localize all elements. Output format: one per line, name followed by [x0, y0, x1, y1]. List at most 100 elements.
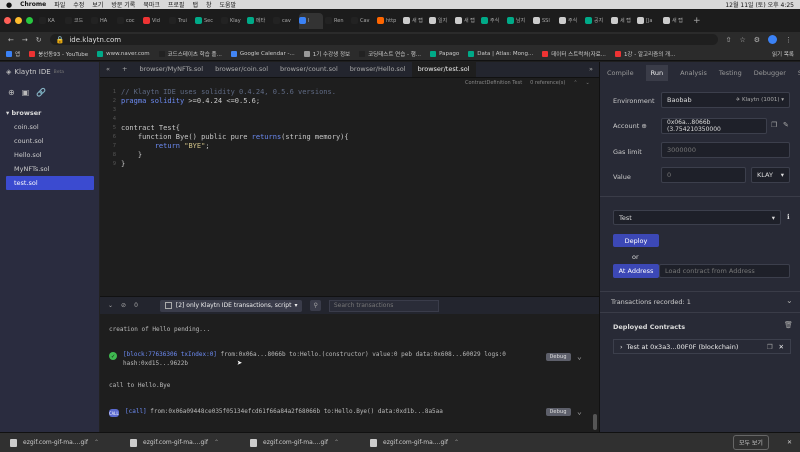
- download-item[interactable]: ezgif.com-gif-ma....gif ⌃: [370, 438, 480, 447]
- download-menu-chevron-icon[interactable]: ⌃: [334, 439, 339, 446]
- call-log-row[interactable]: CALL [call] from:0x06a09448ce035f05134ef…: [109, 408, 443, 417]
- expand-chevron-icon[interactable]: ⌄: [577, 352, 582, 361]
- collapse-right-icon[interactable]: »: [583, 61, 599, 77]
- menu-item[interactable]: 방문 기록: [111, 0, 135, 9]
- menu-item[interactable]: 도움말: [220, 0, 237, 9]
- browser-tab[interactable]: Ren: [325, 13, 349, 29]
- at-address-button[interactable]: At Address: [613, 264, 659, 278]
- browser-tab[interactable]: 메타: [247, 13, 271, 29]
- remove-contract-icon[interactable]: ✕: [779, 343, 784, 351]
- download-menu-chevron-icon[interactable]: ⌃: [94, 439, 99, 446]
- browser-tab[interactable]: 주식: [559, 13, 583, 29]
- link-icon[interactable]: 🔗: [36, 88, 46, 97]
- bookmark-item[interactable]: 데이터 스트럭처(자료...: [542, 50, 606, 58]
- download-menu-chevron-icon[interactable]: ⌃: [454, 439, 459, 446]
- bookmark-item[interactable]: 붕선동93 - YouTube: [29, 50, 88, 58]
- close-window-icon[interactable]: [4, 17, 11, 24]
- bookmark-item[interactable]: 앱: [6, 50, 20, 58]
- deploy-button[interactable]: Deploy: [613, 234, 659, 247]
- bookmark-item[interactable]: www.naver.com: [97, 50, 150, 58]
- add-account-icon[interactable]: ⊕: [641, 122, 646, 130]
- back-arrow-icon[interactable]: ←: [8, 36, 14, 44]
- file-item[interactable]: Hello.sol: [0, 148, 100, 162]
- browser-tab[interactable]: SSI: [533, 13, 557, 29]
- maximize-window-icon[interactable]: [26, 17, 33, 24]
- browser-tab[interactable]: Cav: [351, 13, 375, 29]
- new-file-icon[interactable]: ⊕: [8, 88, 15, 97]
- browser-tab[interactable]: Trui: [169, 13, 193, 29]
- menu-item[interactable]: 수정: [73, 0, 84, 9]
- add-tab-icon[interactable]: +: [116, 61, 133, 77]
- browser-tab[interactable]: 세 탭: [611, 13, 635, 29]
- tx-log-row[interactable]: ✓ [block:77636306 txIndex:0] from:0x06a.…: [109, 351, 506, 367]
- folder-icon[interactable]: ▣: [22, 88, 30, 97]
- menu-item[interactable]: 북마크: [143, 0, 160, 9]
- reload-icon[interactable]: ↻: [36, 36, 42, 44]
- url-bar[interactable]: 🔒 ide.klaytn.com: [49, 34, 718, 45]
- code-editor[interactable]: 1 // Klaytn IDE uses solidity 0.4.24, 0.5…: [100, 78, 599, 296]
- browser-tab[interactable]: 새 탭: [663, 13, 687, 29]
- bookmark-item[interactable]: 코드스테이츠 학습 플...: [158, 50, 222, 58]
- browser-tab[interactable]: I: [299, 12, 323, 29]
- reading-list-button[interactable]: 읽기 목록: [772, 50, 794, 58]
- copy-address-icon[interactable]: ❐: [767, 343, 773, 351]
- file-item[interactable]: count.sol: [0, 134, 100, 148]
- browser-tab[interactable]: Sec: [195, 13, 219, 29]
- transactions-recorded[interactable]: Transactions recorded: 1: [611, 298, 691, 306]
- collapse-terminal-icon[interactable]: ⌄: [108, 302, 113, 309]
- bookmark-item[interactable]: Papago: [430, 50, 459, 58]
- menu-item[interactable]: 창: [206, 0, 212, 9]
- tree-root-browser[interactable]: ▾ browser: [0, 106, 100, 120]
- browser-tab[interactable]: 주식: [481, 13, 505, 29]
- file-item[interactable]: test.sol: [6, 176, 94, 190]
- terminal-scrollbar[interactable]: [593, 414, 597, 430]
- bookmark-item[interactable]: Google Calendar -...: [230, 50, 295, 58]
- tx-filter-dropdown[interactable]: [2] only Klaytn IDE transactions, script…: [159, 299, 303, 312]
- show-all-downloads-button[interactable]: 모두 보기: [732, 435, 769, 450]
- apple-icon[interactable]: ●: [6, 1, 12, 9]
- bookmark-item[interactable]: 1기 수강생 정보: [303, 50, 350, 58]
- menu-item[interactable]: 파일: [54, 0, 65, 9]
- minimize-window-icon[interactable]: [15, 17, 22, 24]
- bookmark-item[interactable]: 1강 - 알고리즘의 개...: [614, 50, 675, 58]
- contract-select[interactable]: Test ▾: [613, 210, 781, 225]
- panel-tab-run[interactable]: Run: [645, 65, 669, 81]
- environment-select[interactable]: Baobab ✈ Klaytn (1001) ▾: [661, 92, 790, 108]
- browser-tab[interactable]: 남지: [507, 13, 531, 29]
- forward-arrow-icon[interactable]: →: [22, 36, 28, 44]
- close-downloads-icon[interactable]: ✕: [787, 439, 792, 446]
- file-item[interactable]: coin.sol: [0, 120, 100, 134]
- browser-tab[interactable]: 새 탭: [403, 13, 427, 29]
- info-icon[interactable]: ℹ: [787, 213, 790, 221]
- panel-tab-compile[interactable]: Compile: [607, 69, 634, 77]
- collapse-left-icon[interactable]: «: [100, 61, 116, 77]
- browser-tab[interactable]: [Ja: [637, 13, 661, 29]
- editor-tab[interactable]: browser/test.sol: [411, 61, 476, 77]
- browser-tab[interactable]: Vid: [143, 13, 167, 29]
- extensions-icon[interactable]: ⚙: [754, 36, 760, 44]
- file-item[interactable]: MyNFTs.sol: [0, 162, 100, 176]
- browser-tab[interactable]: cav: [273, 13, 297, 29]
- download-item[interactable]: ezgif.com-gif-ma....gif ⌃: [130, 438, 240, 447]
- deployed-contract-item[interactable]: › Test at 0x3a3...00F0F (blockchain) ❐ ✕: [613, 339, 791, 354]
- more-menu-icon[interactable]: ⋮: [785, 36, 792, 44]
- value-input[interactable]: 0: [661, 167, 746, 183]
- menu-item[interactable]: 프로필: [168, 0, 185, 9]
- load-address-input[interactable]: Load contract from Address: [659, 264, 790, 278]
- download-item[interactable]: ezgif.com-gif-ma....gif ⌃: [10, 438, 120, 447]
- bookmark-item[interactable]: Data | Atlas: Mong...: [468, 50, 533, 58]
- panel-tab-debugger[interactable]: Debugger: [754, 69, 786, 77]
- chevron-up-icon[interactable]: ⌃: [573, 80, 577, 86]
- editor-tab[interactable]: browser/count.sol: [274, 61, 344, 77]
- menubar-clock[interactable]: 12월 11일 (토) 오후 4:25: [725, 0, 794, 9]
- share-icon[interactable]: ⇧: [726, 36, 732, 44]
- value-unit-select[interactable]: KLAY ▾: [751, 167, 790, 183]
- search-transactions-input[interactable]: Search transactions: [328, 299, 439, 312]
- browser-tab[interactable]: HA: [91, 13, 115, 29]
- browser-tab[interactable]: 일지: [429, 13, 453, 29]
- star-icon[interactable]: ☆: [739, 36, 745, 44]
- expand-chevron-icon-3[interactable]: ⌄: [786, 296, 793, 305]
- bookmark-item[interactable]: 코딩테스트 연습 - 행...: [359, 50, 421, 58]
- browser-tab[interactable]: 공지: [585, 13, 609, 29]
- editor-tab[interactable]: browser/Hello.sol: [344, 61, 412, 77]
